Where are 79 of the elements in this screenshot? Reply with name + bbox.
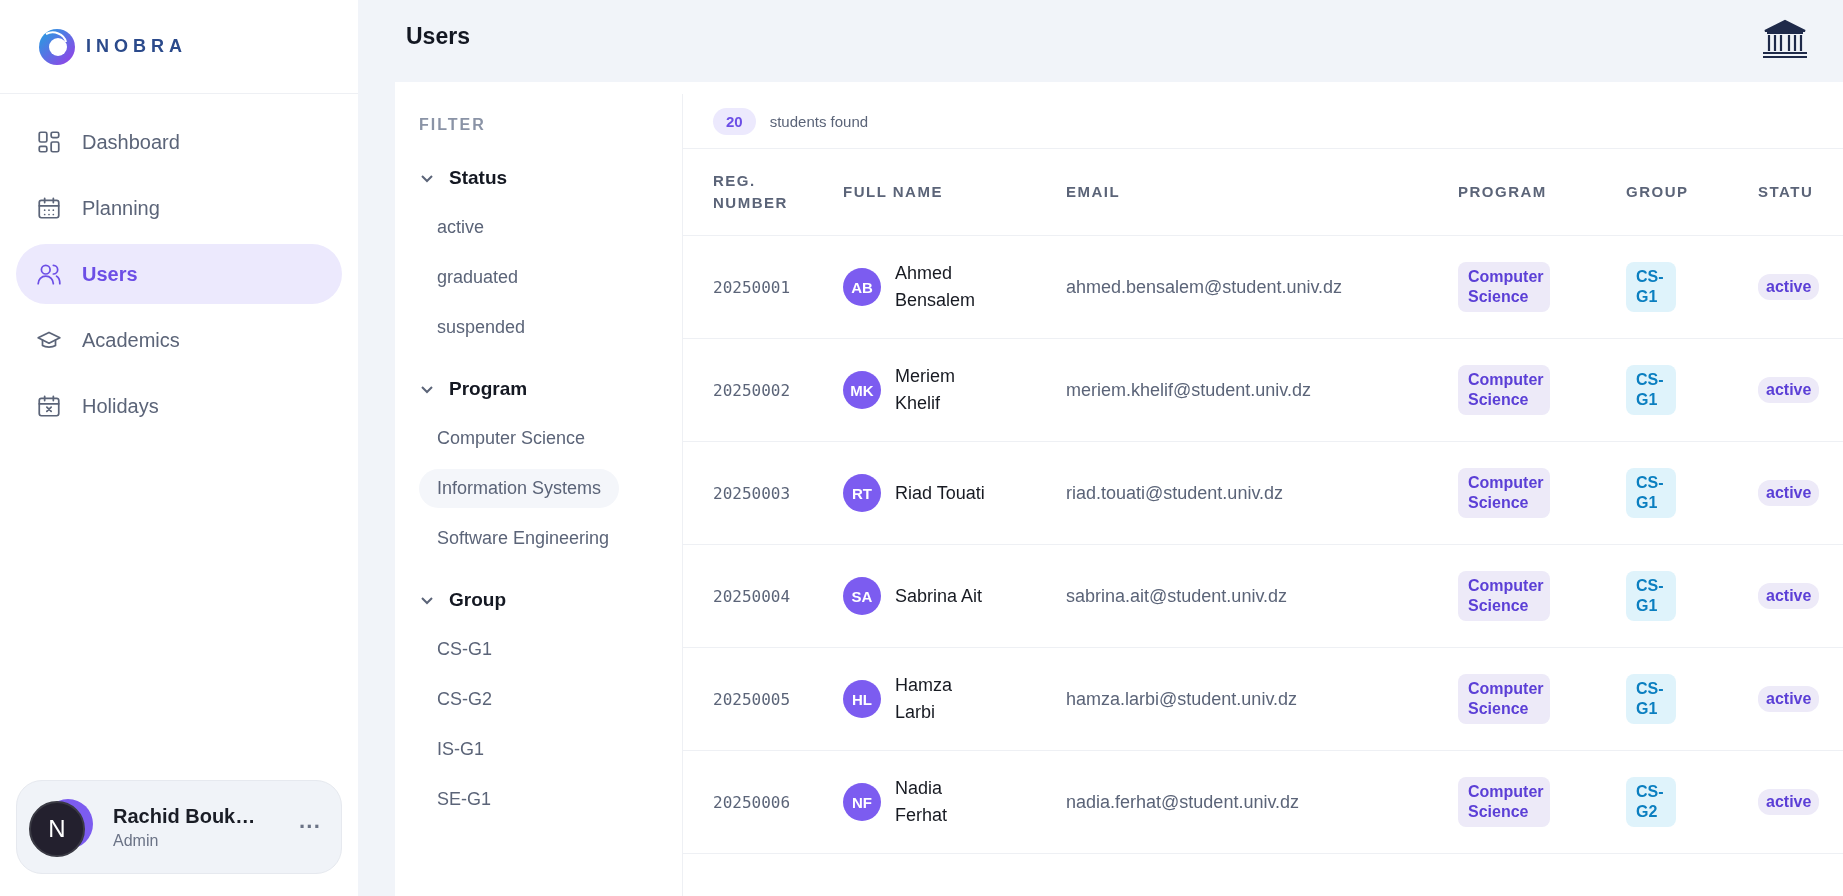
filter-option[interactable]: IS-G1 bbox=[419, 730, 502, 769]
nav-item[interactable]: Dashboard bbox=[16, 112, 342, 172]
avatar-initials: SA bbox=[843, 577, 881, 615]
group-tag: CS-G1 bbox=[1626, 365, 1676, 415]
student-email: nadia.ferhat@student.univ.dz bbox=[1066, 791, 1300, 812]
nav-item[interactable]: Users bbox=[16, 244, 342, 304]
reg-number: 20250003 bbox=[713, 483, 791, 503]
status-tag: active bbox=[1758, 789, 1820, 815]
filter-option[interactable]: CS-G1 bbox=[419, 630, 510, 669]
filter-title: FILTER bbox=[419, 116, 487, 134]
program-tag: Computer Science bbox=[1458, 777, 1550, 827]
student-email: riad.touati@student.univ.dz bbox=[1066, 482, 1284, 503]
filter-option[interactable]: Information Systems bbox=[419, 469, 620, 508]
more-button[interactable]: ··· bbox=[291, 810, 329, 844]
column-header[interactable]: REG. NUMBER bbox=[713, 170, 803, 214]
group-tag: CS-G1 bbox=[1626, 571, 1676, 621]
brand-name: INOBRA bbox=[86, 36, 187, 57]
reg-number: 20250005 bbox=[713, 689, 791, 709]
reg-number: 20250004 bbox=[713, 586, 791, 606]
filter-section-header[interactable]: Program bbox=[419, 369, 528, 409]
filter-option[interactable]: active bbox=[419, 208, 503, 247]
program-tag: Computer Science bbox=[1458, 262, 1550, 312]
group-tag: CS-G2 bbox=[1626, 777, 1676, 827]
dashboard-icon bbox=[36, 129, 62, 155]
filter-option[interactable]: suspended bbox=[419, 308, 544, 347]
avatar-initials: HL bbox=[843, 680, 881, 718]
filter-option[interactable]: Software Engineering bbox=[419, 519, 628, 558]
reg-number: 20250002 bbox=[713, 380, 791, 400]
filter-option[interactable]: Computer Science bbox=[419, 419, 604, 458]
user-card[interactable]: N Rachid Bouk… Admin ··· bbox=[16, 780, 342, 874]
status-tag: active bbox=[1758, 274, 1820, 300]
status-tag: active bbox=[1758, 377, 1820, 403]
filter-option[interactable]: graduated bbox=[419, 258, 537, 297]
results-label: students found bbox=[769, 112, 869, 130]
student-name: Riad Touati bbox=[895, 481, 986, 505]
group-tag: CS-G1 bbox=[1626, 262, 1676, 312]
nav-item[interactable]: Planning bbox=[16, 178, 342, 238]
nav-item[interactable]: Academics bbox=[16, 310, 342, 370]
users-icon bbox=[36, 261, 62, 287]
column-header[interactable]: EMAIL bbox=[1066, 183, 1121, 200]
reg-number: 20250006 bbox=[713, 792, 791, 812]
student-email: meriem.khelif@student.univ.dz bbox=[1066, 379, 1312, 400]
calendar-x-icon bbox=[36, 393, 62, 419]
calendar-icon bbox=[36, 195, 62, 221]
user-role: Admin bbox=[113, 831, 160, 850]
column-header[interactable]: FULL NAME bbox=[843, 183, 943, 200]
group-tag: CS-G1 bbox=[1626, 674, 1676, 724]
status-tag: active bbox=[1758, 686, 1820, 712]
student-name: Hamza Larbi bbox=[895, 674, 953, 724]
filter-option[interactable]: CS-G2 bbox=[419, 680, 510, 719]
avatar-initials: NF bbox=[843, 783, 881, 821]
student-email: ahmed.bensalem@student.univ.dz bbox=[1066, 276, 1343, 297]
result-count-badge: 20 bbox=[713, 107, 756, 135]
status-tag: active bbox=[1758, 480, 1820, 506]
student-name: Nadia Ferhat bbox=[895, 777, 949, 827]
student-email: sabrina.ait@student.univ.dz bbox=[1066, 585, 1288, 606]
group-tag: CS-G1 bbox=[1626, 468, 1676, 518]
filter-section-header[interactable]: Status bbox=[419, 158, 508, 198]
program-tag: Computer Science bbox=[1458, 365, 1550, 415]
user-name: Rachid Bouk… bbox=[113, 804, 257, 828]
filter-section-header[interactable]: Group bbox=[419, 580, 506, 620]
student-name: Meriem Khelif bbox=[895, 365, 956, 415]
student-name: Sabrina Ait bbox=[895, 584, 984, 608]
column-header[interactable]: GROUP bbox=[1626, 183, 1689, 200]
column-header[interactable]: PROGRAM bbox=[1458, 183, 1547, 200]
filter-option[interactable]: SE-G1 bbox=[419, 780, 510, 819]
nav-item[interactable]: Holidays bbox=[16, 376, 342, 436]
program-tag: Computer Science bbox=[1458, 468, 1550, 518]
page-title: Users bbox=[406, 22, 470, 51]
program-tag: Computer Science bbox=[1458, 674, 1550, 724]
status-tag: active bbox=[1758, 583, 1820, 609]
avatar-initials: AB bbox=[843, 268, 881, 306]
reg-number: 20250001 bbox=[713, 277, 791, 297]
program-tag: Computer Science bbox=[1458, 571, 1550, 621]
student-name: Ahmed Bensalem bbox=[895, 262, 977, 312]
avatar-initials: MK bbox=[843, 371, 881, 409]
student-email: hamza.larbi@student.univ.dz bbox=[1066, 688, 1298, 709]
avatar-initials: RT bbox=[843, 474, 881, 512]
column-header[interactable]: STATU bbox=[1758, 183, 1814, 200]
